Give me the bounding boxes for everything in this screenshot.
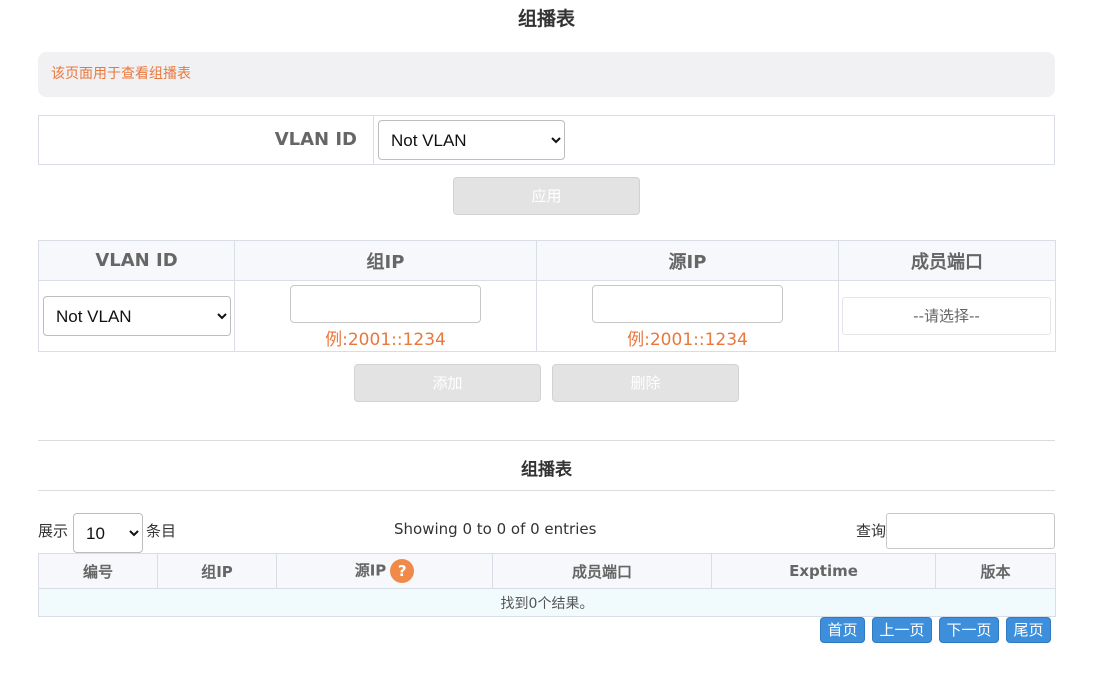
section-title: 组播表 [521,460,572,480]
help-icon[interactable]: ? [390,559,415,583]
header-source-ip: 源IP [536,240,839,281]
vlan-filter-cell: Not VLAN [374,116,1054,164]
member-port-select[interactable]: --请选择-- [842,297,1051,335]
next-page-button[interactable]: 下一页 [939,617,999,643]
vlan-filter-select[interactable]: Not VLAN [378,120,565,160]
last-page-button[interactable]: 尾页 [1006,617,1051,643]
apply-button[interactable]: 应用 [453,177,640,215]
section-divider-bottom [38,490,1055,491]
table-controls: 展示 10 条目 Showing 0 to 0 of 0 entries 查询 [38,512,1055,553]
page-title: 组播表 [517,8,575,30]
column-source-ip-label: 源IP [354,561,387,580]
column-member-port[interactable]: 成员端口 [492,553,712,589]
empty-message: 找到0个结果。 [38,588,1056,617]
header-group-ip: 组IP [234,240,537,281]
group-ip-cell: 例:2001::1234 [234,280,537,352]
add-entry-header-row: VLAN ID 组IP 源IP 成员端口 [38,240,1056,281]
column-exptime[interactable]: Exptime [711,553,936,589]
column-version[interactable]: 版本 [935,553,1056,589]
search-input[interactable] [886,513,1055,549]
delete-button[interactable]: 删除 [552,364,739,402]
vlan-cell: Not VLAN [38,280,235,352]
header-vlan-id: VLAN ID [38,240,235,281]
length-prefix: 展示 [38,522,69,540]
header-member-port: 成员端口 [838,240,1056,281]
multicast-header-row: 编号 组IP 源IP? 成员端口 Exptime 版本 [38,553,1056,589]
source-ip-cell: 例:2001::1234 [536,280,839,352]
info-text: 该页面用于查看组播表 [51,66,191,82]
add-entry-input-row: Not VLAN 例:2001::1234 例:2001::1234 --请选择… [38,280,1056,352]
column-group-ip[interactable]: 组IP [157,553,277,589]
source-ip-example: 例:2001::1234 [627,330,748,350]
add-vlan-select[interactable]: Not VLAN [43,296,231,336]
column-source-ip[interactable]: 源IP? [276,553,493,589]
group-ip-example: 例:2001::1234 [325,330,446,350]
add-button[interactable]: 添加 [354,364,541,402]
first-page-button[interactable]: 首页 [820,617,865,643]
column-id[interactable]: 编号 [38,553,158,589]
add-entry-table: VLAN ID 组IP 源IP 成员端口 Not VLAN 例:2001::12… [38,240,1056,352]
length-suffix: 条目 [146,522,177,540]
prev-page-button[interactable]: 上一页 [872,617,932,643]
search-label: 查询 [856,522,887,540]
section-divider-top [38,440,1055,441]
multicast-table: 编号 组IP 源IP? 成员端口 Exptime 版本 找到0个结果。 [38,553,1056,617]
page-length-select[interactable]: 10 [73,513,143,553]
vlan-filter-label: VLAN ID [39,116,374,164]
table-info: Showing 0 to 0 of 0 entries [394,520,597,538]
source-ip-input[interactable] [592,285,783,323]
member-port-cell: --请选择-- [838,280,1056,352]
info-box: 该页面用于查看组播表 [38,52,1055,97]
vlan-filter-row: VLAN ID Not VLAN [38,115,1055,165]
empty-row: 找到0个结果。 [38,588,1056,617]
group-ip-input[interactable] [290,285,481,323]
